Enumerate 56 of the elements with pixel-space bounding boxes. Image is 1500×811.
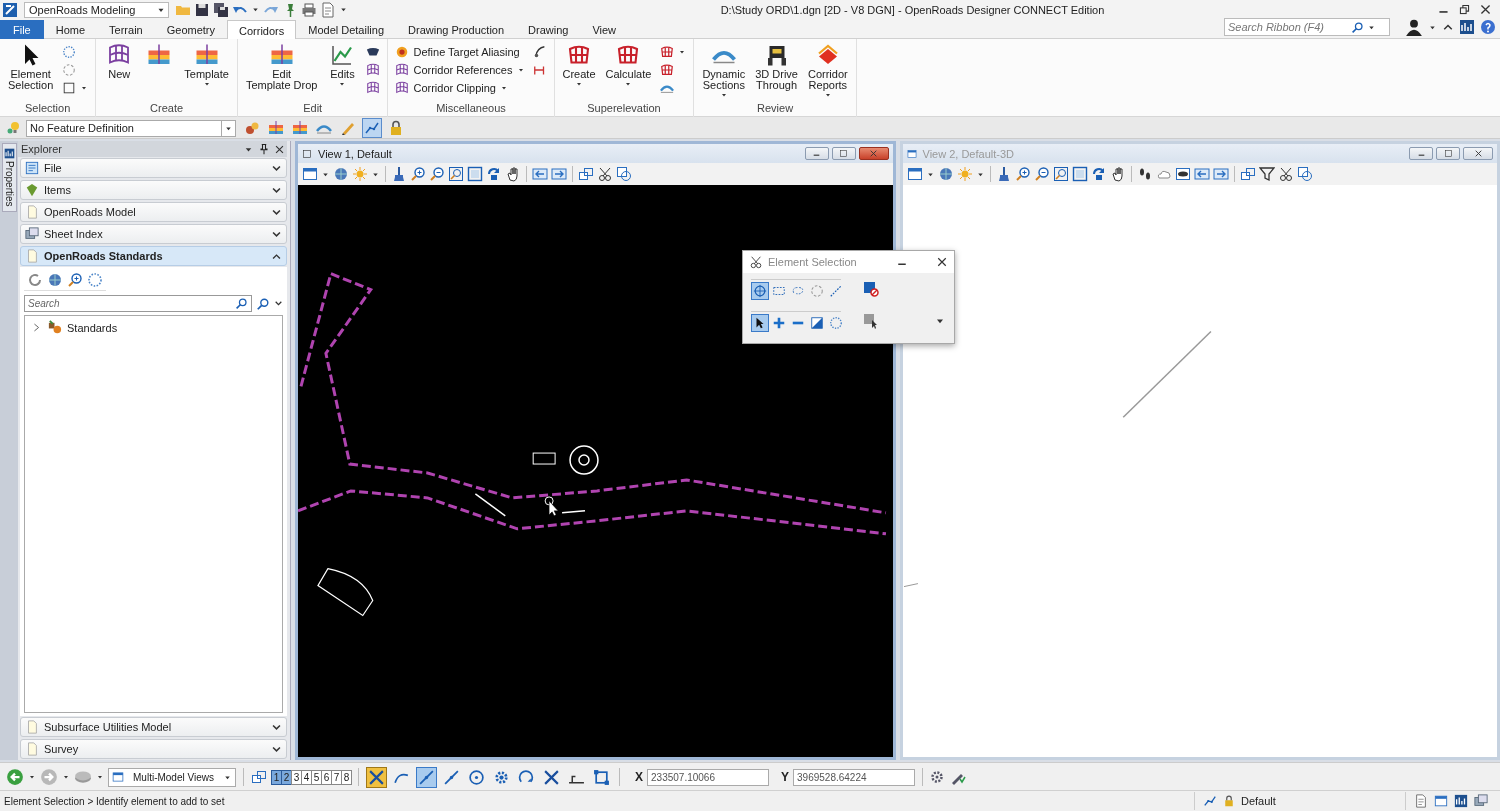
search-input[interactable]: Search Ribbon (F4) — [1228, 21, 1348, 33]
ribbon-tab[interactable]: Corridors — [227, 20, 297, 40]
ribbon-button[interactable]: Create — [559, 41, 599, 90]
search-field[interactable]: Search — [24, 295, 252, 312]
ribbon-button[interactable]: Edits — [324, 41, 361, 90]
ribbon-button[interactable]: Define Target Aliasing — [393, 43, 527, 60]
group-label: Create — [149, 101, 185, 116]
search-field[interactable]: Search Ribbon (F4) — [1224, 18, 1390, 36]
status-message: Element Selection > Identify element to add to set — [4, 795, 226, 807]
ribbon-tab[interactable]: File — [0, 20, 44, 39]
ribbon-button[interactable]: Edit Template Drop — [242, 41, 321, 93]
ribbon-button[interactable]: Corridor Clipping — [393, 79, 527, 96]
ribbon-button[interactable]: Corridor References — [393, 61, 527, 78]
coordinate-label: X — [635, 770, 643, 784]
ribbon-button[interactable]: Element Selection — [5, 41, 57, 93]
group-label: Review — [756, 101, 795, 116]
properties-tab[interactable]: Properties — [1, 143, 17, 212]
ribbon-button[interactable]: Corridor Reports — [805, 41, 851, 101]
panel-title: Explorer — [21, 143, 63, 155]
group-label: Edit — [302, 101, 324, 116]
explorer-section[interactable]: Sheet Index — [20, 224, 287, 244]
workflow-dropdown[interactable]: OpenRoads Modeling — [24, 1, 169, 18]
group-label: Superelevation — [586, 101, 662, 116]
explorer-section[interactable]: OpenRoads Model — [20, 202, 287, 222]
ribbon-button[interactable]: Template — [181, 41, 232, 90]
ribbon-button[interactable]: Dynamic Sections — [699, 41, 749, 101]
ribbon-button[interactable]: Calculate — [602, 41, 655, 90]
ribbon-tab[interactable]: Model Detailing — [296, 20, 397, 39]
tree-item[interactable]: Standards — [67, 321, 118, 334]
ribbon-tab[interactable]: Geometry — [154, 20, 227, 39]
coordinate-label: Y — [781, 770, 790, 784]
active-level[interactable]: Default — [1241, 795, 1391, 807]
window-title: D:\Study ORD\1.dgn [2D - V8 DGN] - OpenRoads Designer CONNECT Edition — [719, 3, 1106, 16]
explorer-section[interactable]: OpenRoads Standards — [20, 246, 287, 266]
ribbon-button[interactable]: 3D Drive Through — [752, 41, 801, 93]
ribbon-tab[interactable]: Drawing — [516, 20, 581, 39]
explorer-section[interactable]: File — [20, 158, 287, 178]
view-title: View 1, Default — [318, 147, 393, 160]
ribbon-button[interactable]: New — [101, 41, 138, 82]
feature-dropdown[interactable]: No Feature Definition — [26, 119, 236, 137]
dialog-title: Element Selection — [768, 256, 858, 268]
view-group-dropdown[interactable]: Multi-Model Views — [108, 767, 236, 787]
search-input[interactable]: Search — [28, 298, 235, 309]
ribbon-tab[interactable]: Home — [43, 20, 98, 39]
group-label: Miscellaneous — [435, 101, 507, 116]
view-title: View 2, Default-3D — [922, 147, 1015, 160]
explorer-section[interactable]: Items — [20, 180, 287, 200]
explorer-section[interactable]: Subsurface Utilities Model — [20, 717, 287, 737]
coordinate-field[interactable]: 3969528.64224 — [793, 768, 916, 786]
view-toggle[interactable]: 8 — [341, 769, 352, 785]
explorer-section[interactable]: Survey — [20, 739, 287, 759]
group-label: Selection — [24, 101, 72, 116]
ribbon-tab[interactable]: View — [580, 20, 629, 39]
ribbon-tab[interactable]: Terrain — [97, 20, 155, 39]
coordinate-field[interactable]: 233507.10066 — [647, 768, 769, 786]
ribbon-tab[interactable]: Drawing Production — [396, 20, 517, 39]
